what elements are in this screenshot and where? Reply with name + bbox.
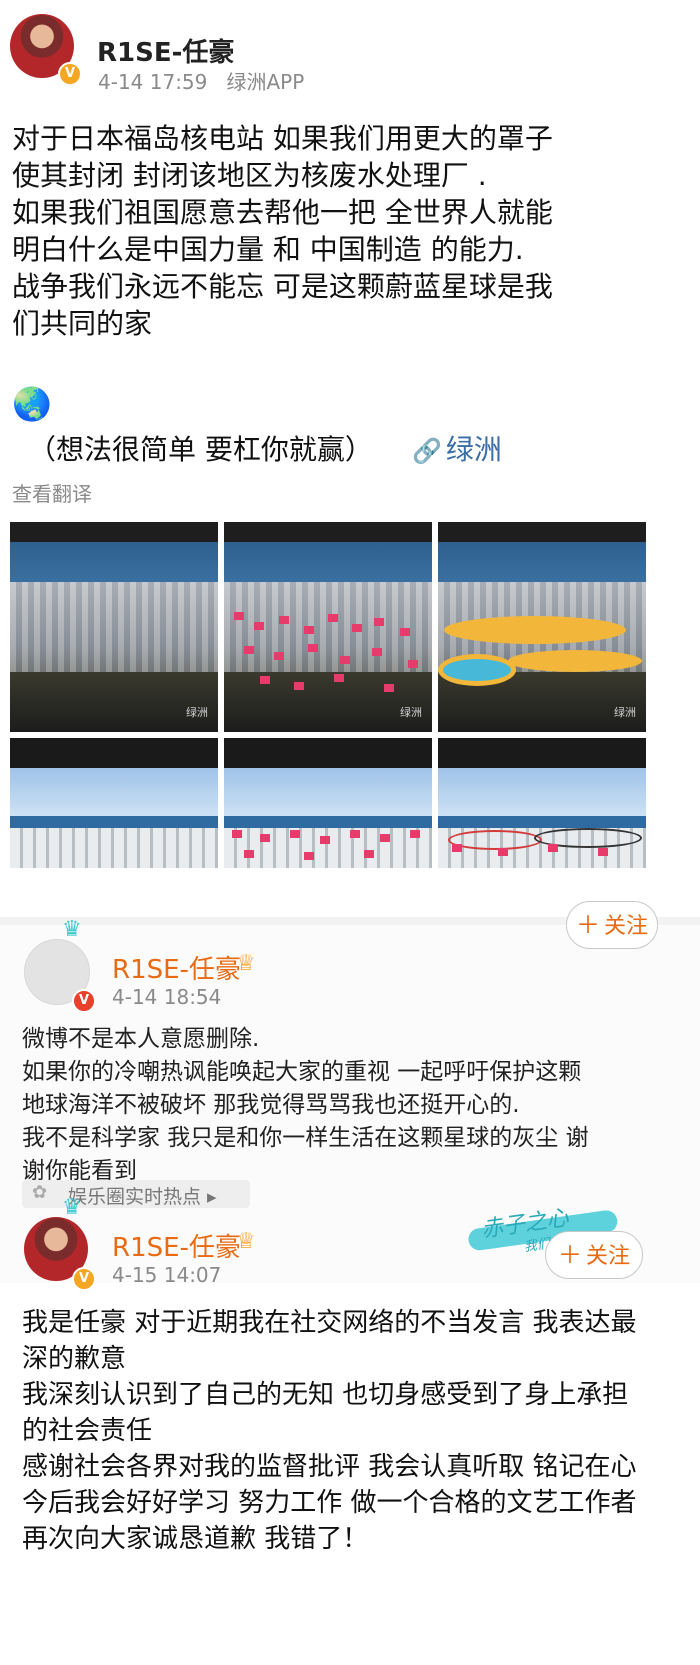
crown-icon: ♕ (236, 951, 256, 976)
post-line: 使其封闭 封闭该地区为核废水处理厂 . (12, 159, 487, 192)
photo-thumbnail[interactable] (438, 738, 646, 868)
oasis-link[interactable]: 🔗 绿洲 (412, 428, 502, 468)
post-line: 感谢社会各界对我的监督批评 我会认真听取 铭记在心 (22, 1452, 637, 1482)
weibo-post-original: V R1SE-任豪 4-14 17:59 绿洲APP 对于日本福岛核电站 如果我… (0, 0, 700, 925)
follow-button[interactable]: ＋关注 (566, 901, 658, 949)
post-source: 绿洲APP (226, 70, 305, 94)
follow-label: 关注 (585, 1244, 630, 1269)
photo-thumbnail[interactable] (10, 738, 218, 868)
follow-button[interactable]: ＋关注 (545, 1231, 643, 1279)
username[interactable]: R1SE-任豪 (97, 32, 234, 69)
earth-emoji: 🌏 (12, 385, 52, 423)
timestamp: 4-14 18:54 (112, 985, 222, 1009)
post-line: 地球海洋不被破坏 那我觉得骂骂我也还挺开心的. (22, 1092, 520, 1118)
verified-badge-icon: V (72, 989, 96, 1013)
link-icon: 🔗 (412, 437, 442, 465)
post-meta: 4-14 17:59 绿洲APP (98, 66, 304, 95)
image-watermark: 绿洲 (400, 706, 422, 719)
post-line: 的社会责任 (22, 1416, 153, 1446)
timestamp: 4-14 17:59 (98, 70, 208, 94)
topic-icon: ✿ (32, 1182, 48, 1203)
timestamp: 4-15 14:07 (112, 1263, 222, 1287)
post-line: 们共同的家 (12, 307, 153, 340)
username[interactable]: R1SE-任豪 (112, 1227, 241, 1264)
post-body: 对于日本福岛核电站 如果我们用更大的罩子 使其封闭 封闭该地区为核废水处理厂 .… (12, 120, 553, 342)
post-line: 今后我会好好学习 努力工作 做一个合格的文艺工作者 (22, 1488, 637, 1518)
crown-icon: ♛ (62, 917, 82, 942)
topic-label: 娱乐圈实时热点 ▸ (68, 1186, 217, 1208)
post-body: 微博不是本人意愿删除. 如果你的冷嘲热讽能唤起大家的重视 一起呼吁保护这颗 地球… (22, 1023, 589, 1188)
post-line: 深的歉意 (22, 1344, 127, 1374)
image-watermark: 绿洲 (614, 706, 636, 719)
photo-thumbnail[interactable]: 绿洲 (224, 522, 432, 732)
weibo-post-apology: ♛ V R1SE-任豪 ♕ 4-15 14:07 赤子之心 我们来继续 ＋关注 … (0, 1195, 700, 1665)
post-line: 对于日本福岛核电站 如果我们用更大的罩子 (12, 122, 553, 155)
post-line: 如果你的冷嘲热讽能唤起大家的重视 一起呼吁保护这颗 (22, 1059, 582, 1085)
topic-tag[interactable]: ✿ 娱乐圈实时热点 ▸ (22, 1180, 250, 1208)
post-line: 我不是科学家 我只是和你一样生活在这颗星球的灰尘 谢 (22, 1125, 589, 1151)
post-line: 再次向大家诚恳道歉 我错了！ (22, 1524, 369, 1554)
post-line: 战争我们永远不能忘 可是这颗蔚蓝星球是我 (12, 270, 553, 303)
post-line: 微博不是本人意愿删除. (22, 1026, 260, 1052)
follow-label: 关注 (603, 914, 648, 939)
crown-icon: ♕ (236, 1229, 256, 1254)
verified-badge-icon: V (72, 1267, 96, 1291)
image-watermark: 绿洲 (186, 706, 208, 719)
post-line: 如果我们祖国愿意去帮他一把 全世界人就能 (12, 196, 553, 229)
photo-thumbnail[interactable] (224, 738, 432, 868)
post-line: 我深刻认识到了自己的无知 也切身感受到了身上承担 (22, 1380, 629, 1410)
plus-icon: ＋ (557, 1241, 582, 1269)
post-line: 我是任豪 对于近期我在社交网络的不当发言 我表达最 (22, 1308, 637, 1338)
oasis-link-label: 绿洲 (445, 433, 502, 466)
post-body: 我是任豪 对于近期我在社交网络的不当发言 我表达最 深的歉意 我深刻认识到了自己… (22, 1305, 637, 1557)
post-extra-text: （想法很简单 要杠你就赢） (28, 433, 373, 466)
username[interactable]: R1SE-任豪 (112, 949, 241, 986)
post-line: 明白什么是中国力量 和 中国制造 的能力. (12, 233, 524, 266)
photo-thumbnail[interactable]: 绿洲 (438, 522, 646, 732)
verified-badge-icon: V (58, 62, 82, 86)
crown-icon: ♛ (62, 1195, 82, 1220)
translate-link[interactable]: 查看翻译 (12, 478, 92, 507)
photo-thumbnail[interactable]: 绿洲 (10, 522, 218, 732)
plus-icon: ＋ (575, 911, 600, 939)
